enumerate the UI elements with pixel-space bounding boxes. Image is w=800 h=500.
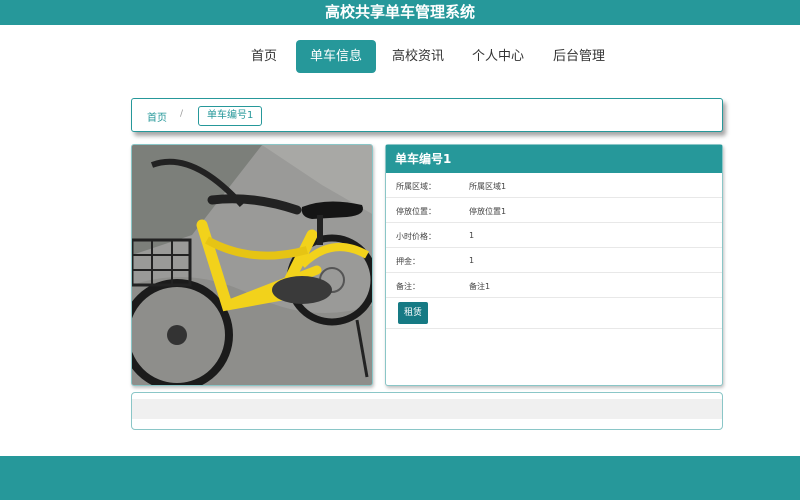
nav-campus-news[interactable]: 高校资讯 [387, 40, 449, 73]
detail-value: 1 [469, 256, 475, 265]
detail-label: 小时价格： [396, 232, 436, 241]
nav-personal-center[interactable]: 个人中心 [467, 40, 529, 73]
detail-value: 停放位置1 [469, 207, 507, 216]
detail-label: 押金： [396, 257, 420, 266]
detail-title: 单车编号1 [386, 145, 722, 173]
bike-photo [131, 144, 373, 386]
comments-panel [131, 392, 723, 430]
app-title: 高校共享单车管理系统 [324, 3, 475, 21]
action-row: 租赁 [386, 298, 722, 329]
detail-row-hourly-price: 小时价格： 1 [386, 223, 722, 248]
breadcrumb-home-link[interactable]: 首页 [147, 109, 167, 124]
detail-row-remarks: 备注： 备注1 [386, 273, 722, 298]
detail-label: 所属区域： [396, 182, 436, 191]
bike-detail-panel: 单车编号1 所属区域： 所属区域1 停放位置： 停放位置1 小时价格： 1 押金… [385, 144, 723, 386]
detail-label: 备注： [396, 282, 420, 291]
app-header: 高校共享单车管理系统 [0, 0, 800, 25]
main-nav: 首页 单车信息 高校资讯 个人中心 后台管理 [0, 40, 800, 73]
nav-admin[interactable]: 后台管理 [548, 40, 610, 73]
nav-home[interactable]: 首页 [245, 40, 283, 73]
breadcrumb: 首页 / 单车编号1 [131, 98, 723, 132]
nav-bike-info[interactable]: 单车信息 [296, 40, 376, 73]
comments-panel-header [132, 399, 722, 419]
detail-row-deposit: 押金： 1 [386, 248, 722, 273]
rent-button[interactable]: 租赁 [398, 302, 428, 324]
detail-label: 停放位置： [396, 207, 436, 216]
detail-row-area: 所属区域： 所属区域1 [386, 173, 722, 198]
breadcrumb-separator: / [180, 109, 184, 119]
detail-value: 备注1 [469, 282, 491, 291]
breadcrumb-current: 单车编号1 [198, 106, 263, 126]
detail-value: 所属区域1 [469, 182, 507, 191]
detail-value: 1 [469, 231, 475, 240]
page-footer [0, 456, 800, 500]
detail-row-location: 停放位置： 停放位置1 [386, 198, 722, 223]
